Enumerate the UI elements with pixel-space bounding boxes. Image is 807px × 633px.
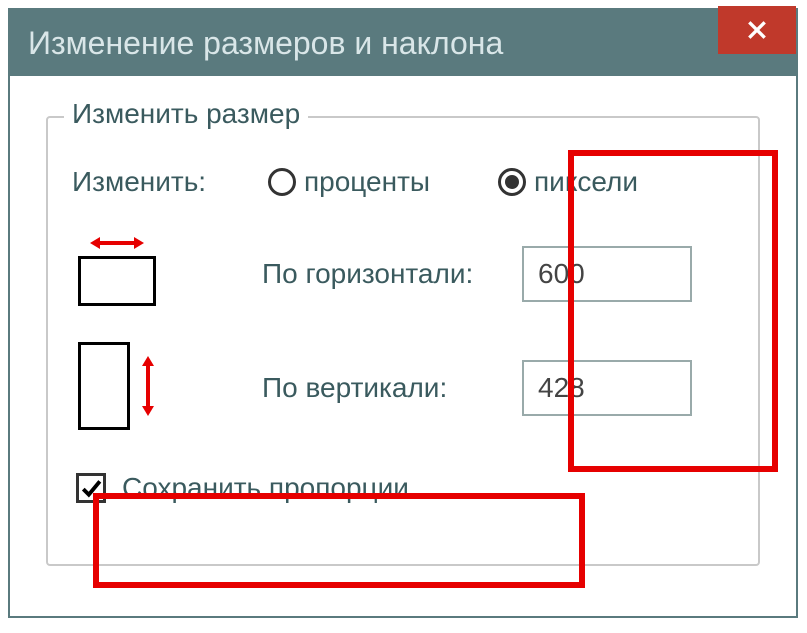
horizontal-row: По горизонтали: 600 [72, 234, 734, 314]
horizontal-label: По горизонтали: [262, 257, 522, 291]
radio-circle-icon [498, 168, 526, 196]
keep-aspect-checkbox[interactable]: Сохранить пропорции [76, 472, 734, 504]
radio-circle-icon [268, 168, 296, 196]
window-title: Изменение размеров и наклона [28, 25, 503, 62]
checkbox-icon [76, 473, 106, 503]
group-legend: Изменить размер [64, 98, 308, 130]
vertical-input[interactable]: 428 [522, 360, 692, 416]
units-label: Изменить: [72, 166, 262, 198]
resize-group: Изменить размер Изменить: проценты пиксе… [46, 116, 760, 566]
dialog-body: Изменить размер Изменить: проценты пиксе… [10, 76, 796, 586]
keep-aspect-label: Сохранить пропорции [122, 472, 409, 504]
horizontal-input[interactable]: 600 [522, 246, 692, 302]
units-row: Изменить: проценты пиксели [72, 162, 734, 202]
radio-pixels-label: пиксели [534, 166, 638, 198]
horizontal-resize-icon [72, 234, 162, 314]
titlebar: Изменение размеров и наклона [10, 10, 796, 76]
units-radio-group: проценты пиксели [262, 162, 734, 202]
radio-percent[interactable]: проценты [262, 162, 436, 202]
resize-skew-dialog: Изменение размеров и наклона Изменить ра… [8, 8, 798, 618]
radio-pixels[interactable]: пиксели [492, 162, 644, 202]
vertical-label: По вертикали: [262, 371, 522, 405]
radio-percent-label: проценты [304, 166, 430, 198]
vertical-row: По вертикали: 428 [72, 338, 734, 438]
vertical-value: 428 [538, 372, 585, 404]
horizontal-value: 600 [538, 258, 585, 290]
close-icon [746, 19, 768, 41]
vertical-resize-icon [72, 338, 182, 438]
close-button[interactable] [718, 6, 796, 54]
